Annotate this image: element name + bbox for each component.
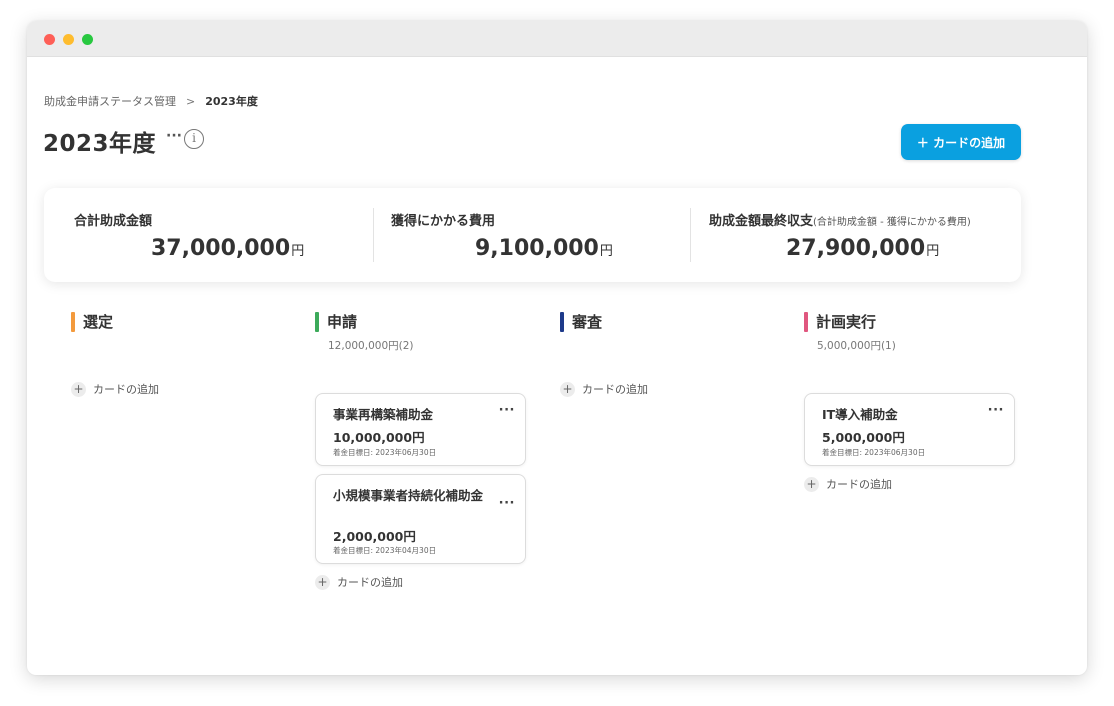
card-target-date: 着金目標日: 2023年04月30日 (333, 546, 437, 555)
column-color-bar (315, 312, 319, 332)
column-total: 12,000,000円(2) (328, 340, 414, 352)
column-header: 計画実行 (804, 311, 1019, 332)
column-header: 選定 (71, 311, 286, 332)
summary-total-amount: 37,000,000 (151, 236, 291, 261)
summary-cost-amount: 9,100,000 (475, 236, 599, 261)
plus-icon: + (804, 476, 819, 492)
window-titlebar (27, 21, 1087, 57)
add-card-label: カードの追加 (337, 576, 403, 589)
breadcrumb-separator: > (186, 94, 196, 108)
summary-total-label: 合計助成金額 (74, 214, 153, 229)
summary-net-value: 27,900,000円 (786, 236, 939, 261)
column-title: 申請 (327, 313, 358, 331)
card-more-icon[interactable]: ··· (499, 403, 515, 418)
card-title: IT導入補助金 (822, 407, 898, 422)
plus-icon: + (315, 574, 330, 590)
summary-cost-label: 獲得にかかる費用 (391, 214, 496, 229)
card-title: 小規模事業者持続化補助金 (333, 488, 484, 503)
page-more-button[interactable]: ··· (166, 128, 182, 144)
card-more-icon[interactable]: ··· (499, 496, 515, 511)
grant-card[interactable]: 事業再構築補助金 ··· 10,000,000円 着金目標日: 2023年06月… (315, 393, 526, 466)
summary-net-amount: 27,900,000 (786, 236, 926, 261)
summary-cost-value: 9,100,000円 (475, 236, 613, 261)
summary-net-unit: 円 (926, 244, 940, 259)
column-selection: 選定 + カードの追加 (71, 311, 286, 397)
grant-card[interactable]: 小規模事業者持続化補助金 ··· 2,000,000円 着金目標日: 2023年… (315, 474, 526, 564)
add-card-button[interactable]: ＋ カードの追加 (901, 124, 1021, 160)
column-header: 審査 (560, 311, 775, 332)
card-amount: 5,000,000円 (822, 430, 905, 445)
plus-icon: + (560, 381, 575, 397)
card-amount: 2,000,000円 (333, 529, 416, 544)
breadcrumb: 助成金申請ステータス管理 > 2023年度 (44, 93, 258, 109)
app-window (27, 21, 1087, 675)
close-window-button[interactable] (44, 34, 55, 45)
column-color-bar (560, 312, 564, 332)
column-application: 申請 12,000,000円(2) 事業再構築補助金 ··· 10,000,00… (315, 311, 530, 590)
summary-total: 合計助成金額 37,000,000円 (44, 188, 370, 282)
column-title: 審査 (572, 313, 603, 331)
grant-card[interactable]: IT導入補助金 ··· 5,000,000円 着金目標日: 2023年06月30… (804, 393, 1015, 466)
summary-total-unit: 円 (291, 244, 305, 259)
column-review: 審査 + カードの追加 (560, 311, 775, 397)
column-color-bar (804, 312, 808, 332)
minimize-window-button[interactable] (63, 34, 74, 45)
summary-net-subtitle: (合計助成金額 - 獲得にかかる費用) (813, 217, 971, 228)
summary-net-title: 助成金額最終収支 (709, 214, 814, 229)
info-icon[interactable]: i (184, 129, 204, 149)
summary-panel: 合計助成金額 37,000,000円 獲得にかかる費用 9,100,000円 助… (44, 188, 1021, 282)
summary-cost: 獲得にかかる費用 9,100,000円 (374, 188, 690, 282)
add-card-link[interactable]: + カードの追加 (315, 574, 403, 590)
maximize-window-button[interactable] (82, 34, 93, 45)
card-amount: 10,000,000円 (333, 430, 425, 445)
column-color-bar (71, 312, 75, 332)
summary-total-value: 37,000,000円 (151, 236, 304, 261)
column-title: 計画実行 (816, 313, 877, 331)
add-card-link[interactable]: + カードの追加 (804, 476, 892, 492)
summary-net-label: 助成金額最終収支(合計助成金額 - 獲得にかかる費用) (709, 210, 971, 229)
summary-net: 助成金額最終収支(合計助成金額 - 獲得にかかる費用) 27,900,000円 (691, 188, 1021, 282)
column-execution: 計画実行 5,000,000円(1) IT導入補助金 ··· 5,000,000… (804, 311, 1019, 492)
column-title: 選定 (83, 313, 114, 331)
summary-cost-unit: 円 (599, 244, 613, 259)
add-card-link[interactable]: + カードの追加 (560, 381, 648, 397)
add-card-label: カードの追加 (582, 383, 648, 396)
add-card-label: カードの追加 (93, 383, 159, 396)
page-title: 2023年度 (43, 131, 157, 157)
card-target-date: 着金目標日: 2023年06月30日 (333, 448, 437, 457)
column-total: 5,000,000円(1) (817, 340, 896, 352)
breadcrumb-parent-link[interactable]: 助成金申請ステータス管理 (44, 93, 176, 109)
plus-icon: + (71, 381, 86, 397)
card-target-date: 着金目標日: 2023年06月30日 (822, 448, 926, 457)
add-card-link[interactable]: + カードの追加 (71, 381, 159, 397)
card-more-icon[interactable]: ··· (988, 403, 1004, 418)
card-title: 事業再構築補助金 (333, 407, 434, 422)
column-header: 申請 (315, 311, 530, 332)
add-card-label: カードの追加 (826, 478, 892, 491)
breadcrumb-current: 2023年度 (205, 95, 258, 108)
